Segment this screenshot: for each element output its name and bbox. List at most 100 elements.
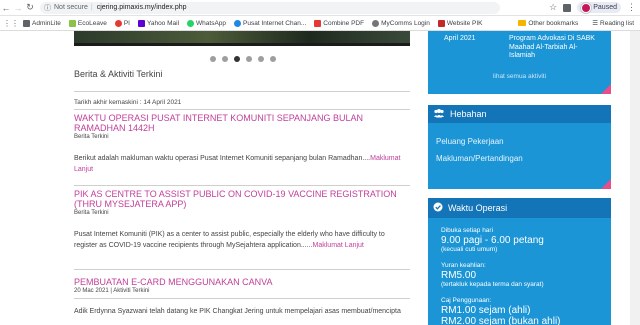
bookmark-label: WhatsApp <box>196 19 227 27</box>
read-more-link[interactable]: Maklumat Lanjut <box>313 242 364 249</box>
bookmark-label: MyComms Login <box>381 19 430 27</box>
slider-dot[interactable] <box>222 56 228 62</box>
bookmark-label: Combine PDF <box>323 19 365 27</box>
news-body: Pusat Internet Komuniti (PIK) as a cente… <box>74 230 410 251</box>
check-circle-icon <box>433 202 443 214</box>
makluman-link[interactable]: Makluman/Pertandingan <box>428 154 611 163</box>
adminlite-icon <box>23 19 30 27</box>
waktu-operasi-box: Waktu Operasi Dibuka setiap hari 9.00 pa… <box>428 198 611 325</box>
peluang-pekerjaan-link[interactable]: Peluang Pekerjaan <box>428 137 611 146</box>
url-separator: | <box>90 4 93 11</box>
pi-icon <box>114 19 122 27</box>
page-content: Berita & Aktiviti Terkini Tarikh akhir k… <box>0 31 640 325</box>
bookmark-label: AdminLite <box>32 19 61 27</box>
news-item: PEMBUATAN E-CARD MENGGUNAKAN CANVA 20 Ma… <box>74 270 410 318</box>
slider-image <box>74 31 410 46</box>
hebahan-box: Hebahan Peluang Pekerjaan Makluman/Perta… <box>428 105 611 189</box>
back-icon[interactable]: ← <box>0 3 12 13</box>
waktu-header: Waktu Operasi <box>428 198 611 218</box>
url-bar[interactable]: ⓘ Not secure | cjering.pimaxis.my/index.… <box>40 1 500 14</box>
reading-list-icon: ☰ <box>592 20 599 27</box>
bookmark-star-icon[interactable]: ☆ <box>549 2 557 13</box>
news-title[interactable]: PIK AS CENTRE TO ASSIST PUBLIC ON COVID-… <box>74 189 410 209</box>
hebahan-title: Hebahan <box>450 109 487 119</box>
bookmark-adminlite[interactable]: AdminLite <box>19 19 65 27</box>
usage-fee: Caj Penggunaan: RM1.00 sejam (ahli) RM2.… <box>428 297 611 325</box>
reading-list[interactable]: ☰ Reading list <box>588 19 638 28</box>
fee-label: Yuran keahlian: <box>441 262 486 269</box>
address-toolbar: ← → ↻ ⓘ Not secure | cjering.pimaxis.my/… <box>0 0 640 16</box>
corner-decoration <box>601 84 611 94</box>
bookmarks-bar: ⋮⋮ AdminLite EcoLeave PI Yahoo Mail What… <box>0 16 640 31</box>
news-meta: Berita Terkini <box>74 210 109 216</box>
other-bookmarks[interactable]: Other bookmarks <box>514 20 582 27</box>
globe-icon <box>372 19 380 27</box>
reload-icon[interactable]: ↻ <box>24 2 36 13</box>
bookmark-ecoleave[interactable]: EcoLeave <box>65 19 111 27</box>
use-member: RM1.00 sejam (ahli) <box>441 305 531 316</box>
news-title[interactable]: PEMBUATAN E-CARD MENGGUNAKAN CANVA <box>74 277 410 287</box>
apps-icon[interactable]: ⋮⋮ <box>0 19 19 28</box>
section-title: Berita & Aktiviti Terkini <box>74 69 163 79</box>
profile-status: Paused <box>593 4 617 11</box>
open-time: 9.00 pagi - 6.00 petang <box>441 235 544 246</box>
membership-fee: Yuran keahlian: RM5.00 (tertakluk kepada… <box>428 262 611 289</box>
news-meta: 20 Mac 2021 | Aktiviti Terkini <box>74 288 150 294</box>
extensions-icon[interactable] <box>563 3 572 12</box>
slider-dot[interactable] <box>270 56 276 62</box>
bookmark-label: Pusat Internet Chan... <box>243 19 307 27</box>
use-non-member: RM2.00 sejam (bukan ahli) <box>441 316 561 325</box>
yahoo-icon <box>137 19 145 27</box>
bookmark-label: EcoLeave <box>77 19 107 27</box>
hebahan-header: Hebahan <box>428 105 611 123</box>
ecoleave-icon <box>68 19 76 27</box>
bookmark-combine-pdf[interactable]: Combine PDF <box>310 19 368 27</box>
folder-icon <box>518 20 527 26</box>
open-hours: Dibuka setiap hari 9.00 pagi - 6.00 peta… <box>428 227 611 254</box>
forward-icon[interactable]: → <box>12 3 24 13</box>
users-icon <box>433 108 445 120</box>
news-section: Berita & Aktiviti Terkini Tarikh akhir k… <box>74 69 410 318</box>
divider <box>74 91 410 92</box>
news-item: PIK AS CENTRE TO ASSIST PUBLIC ON COVID-… <box>74 186 410 251</box>
fee-value: RM5.00 <box>441 270 477 281</box>
slider-dot[interactable] <box>258 56 264 62</box>
bookmark-pusat-internet[interactable]: Pusat Internet Chan... <box>230 19 310 27</box>
use-label: Caj Penggunaan: <box>441 297 492 304</box>
news-item: WAKTU OPERASI PUSAT INTERNET KOMUNITI SE… <box>74 110 410 175</box>
bookmark-label: Yahoo Mail <box>146 19 180 27</box>
all-activities-link[interactable]: lihat semua aktiviti <box>428 73 611 80</box>
security-label: Not secure <box>54 4 88 11</box>
slider-dot[interactable] <box>246 56 252 62</box>
news-body: Berikut adalah makluman waktu operasi Pu… <box>74 154 410 175</box>
divider <box>74 298 410 299</box>
menu-icon[interactable]: ⋮ <box>627 2 636 13</box>
news-excerpt: Adik Erdynna Syazwani telah datang ke PI… <box>74 308 401 315</box>
bookmark-pi[interactable]: PI <box>111 19 134 27</box>
slider-dot-active[interactable] <box>234 56 240 62</box>
activity-title[interactable]: Program Advokasi Di SABK Maahad Al-Tarbi… <box>509 35 599 61</box>
bookmark-label: PI <box>123 19 130 27</box>
bookmark-mycomms[interactable]: MyComms Login <box>368 19 434 27</box>
whatsapp-icon <box>187 19 195 27</box>
url-text[interactable]: cjering.pimaxis.my/index.php <box>97 4 187 11</box>
open-note: (kecuali cuti umum) <box>441 246 498 253</box>
bookmark-website-pik[interactable]: Website PIK <box>434 19 487 27</box>
info-icon[interactable]: ⓘ <box>44 3 51 13</box>
other-bookmarks-label: Other bookmarks <box>528 19 579 27</box>
activity-date: April 2021 <box>444 35 476 42</box>
reading-list-label: Reading list <box>600 19 634 27</box>
slider-dots <box>210 56 276 62</box>
slider-dot[interactable] <box>210 56 216 62</box>
bookmark-whatsapp[interactable]: WhatsApp <box>183 19 230 27</box>
fee-note: (tertakluk kepada terma dan syarat) <box>441 281 544 288</box>
news-meta: Berita Terkini <box>74 134 109 140</box>
activity-box: April 2021 Program Advokasi Di SABK Maah… <box>428 31 611 94</box>
scrollbar[interactable] <box>630 31 640 325</box>
bookmark-yahoo-mail[interactable]: Yahoo Mail <box>134 19 183 27</box>
pik-icon <box>437 19 445 27</box>
profile-button[interactable]: Paused <box>577 2 621 13</box>
news-title[interactable]: WAKTU OPERASI PUSAT INTERNET KOMUNITI SE… <box>74 113 410 133</box>
facebook-icon <box>234 19 242 27</box>
waktu-title: Waktu Operasi <box>448 203 508 213</box>
